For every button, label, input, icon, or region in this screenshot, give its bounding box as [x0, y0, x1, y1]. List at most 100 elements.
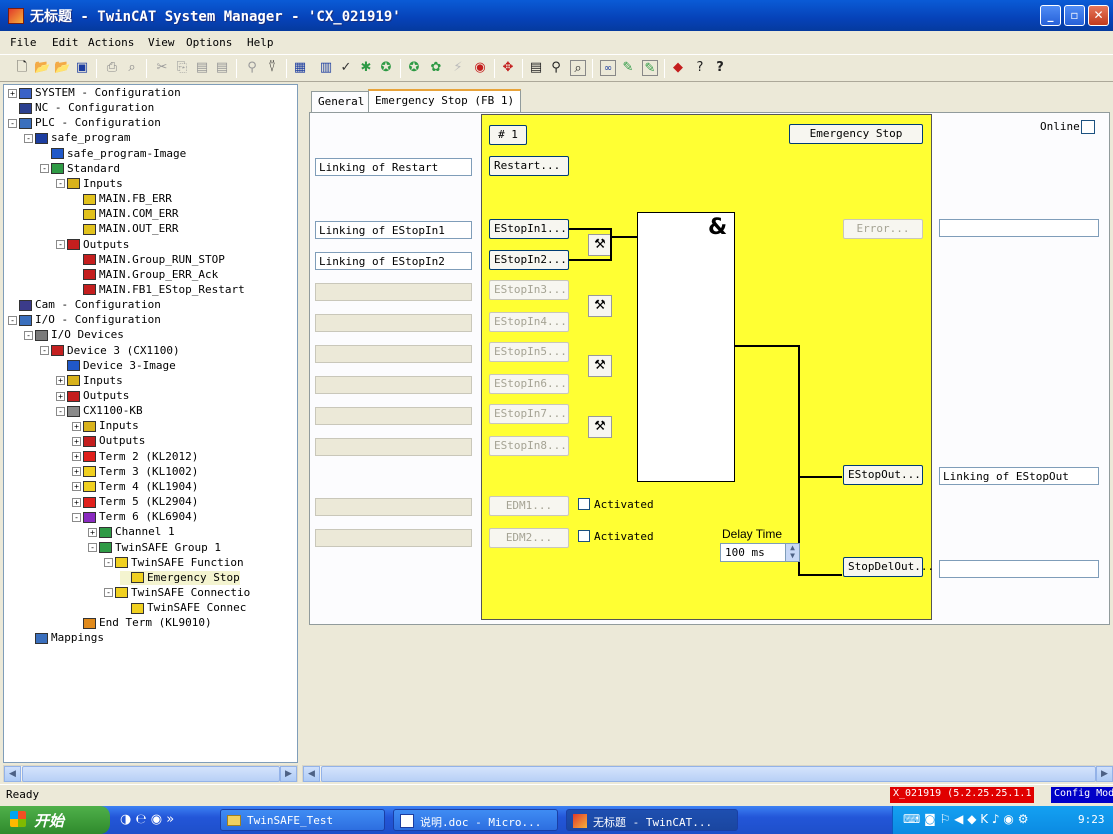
- generate-mappings-icon[interactable]: ▦: [292, 60, 308, 76]
- save-icon[interactable]: ▣: [74, 60, 90, 76]
- tree-node[interactable]: + Term 5 (KL2904): [72, 495, 198, 509]
- collapse-icon[interactable]: -: [40, 346, 49, 356]
- menu-view[interactable]: View: [148, 36, 175, 49]
- tree-node[interactable]: MAIN.COM_ERR: [72, 207, 178, 221]
- tree-node[interactable]: - Device 3 (CX1100): [40, 344, 180, 358]
- collapse-icon[interactable]: -: [8, 315, 17, 325]
- open-remote-icon[interactable]: 📂: [54, 60, 70, 76]
- tree-scroll-thumb[interactable]: [22, 766, 280, 782]
- tray-icons[interactable]: ⌨ ◙ ⚐ ◀ ◆ K ♪ ◉ ⚙: [903, 812, 1028, 826]
- task-word-document[interactable]: 说明.doc - Micro...: [393, 809, 558, 831]
- collapse-icon[interactable]: -: [24, 133, 33, 143]
- sort-icon[interactable]: ✥: [500, 60, 516, 76]
- new-icon[interactable]: 🗋: [14, 60, 30, 76]
- tree-node[interactable]: + Outputs: [72, 434, 145, 448]
- tree-node[interactable]: + Term 4 (KL1904): [72, 480, 198, 494]
- expand-icon[interactable]: +: [72, 452, 81, 462]
- tree-node[interactable]: MAIN.FB_ERR: [72, 192, 172, 206]
- collapse-icon[interactable]: -: [56, 240, 65, 249]
- close-button[interactable]: ✕: [1088, 5, 1109, 26]
- collapse-icon[interactable]: -: [104, 558, 113, 568]
- tree-node[interactable]: - Term 6 (KL6904): [72, 510, 198, 524]
- detail-scroll-thumb[interactable]: [321, 766, 1096, 782]
- set-run-mode-icon[interactable]: ✱: [358, 60, 374, 76]
- tree-node[interactable]: + Outputs: [56, 389, 129, 403]
- tree-node[interactable]: End Term (KL9010): [72, 616, 212, 630]
- collapse-icon[interactable]: -: [56, 179, 65, 189]
- tree-node[interactable]: - TwinSAFE Connectio: [104, 586, 250, 600]
- tree-node[interactable]: MAIN.Group_ERR_Ack: [72, 268, 218, 282]
- scroll-right-icon[interactable]: ▶: [1096, 766, 1113, 782]
- estopin1-button[interactable]: EStopIn1...: [489, 219, 569, 239]
- maximize-button[interactable]: ▫: [1064, 5, 1085, 26]
- info-icon[interactable]: ◆: [670, 60, 686, 76]
- spin-arrows-icon[interactable]: ▲ ▼: [785, 544, 799, 561]
- estopin4-button[interactable]: EStopIn4...: [489, 312, 569, 332]
- tree-node[interactable]: Mappings: [24, 631, 104, 645]
- tree-node[interactable]: - I/O Devices: [24, 328, 124, 342]
- trace-icon[interactable]: ∞: [600, 60, 616, 76]
- help-icon[interactable]: ?: [692, 60, 708, 76]
- configuration-tree[interactable]: + SYSTEM - Configuration NC - Configuratio…: [3, 84, 298, 763]
- stopdelout-button[interactable]: StopDelOut...: [843, 557, 934, 577]
- estopin1-link-field[interactable]: Linking of EStopIn1: [315, 221, 472, 239]
- error-link-field[interactable]: [939, 219, 1099, 237]
- tcp-icon[interactable]: ✎: [620, 60, 636, 76]
- collapse-icon[interactable]: -: [56, 406, 65, 416]
- tree-node[interactable]: - I/O - Configuration: [8, 313, 161, 327]
- fb-number-button[interactable]: # 1: [489, 125, 527, 145]
- collapse-icon[interactable]: -: [72, 512, 81, 522]
- detail-horizontal-scrollbar[interactable]: ◀ ▶: [302, 765, 1113, 782]
- target-icon[interactable]: ✎: [642, 60, 658, 76]
- expand-icon[interactable]: +: [56, 376, 65, 386]
- menu-options[interactable]: Options: [186, 36, 232, 49]
- delete-icon[interactable]: ⍢: [264, 60, 280, 76]
- tree-node[interactable]: - CX1100-KB: [56, 404, 143, 418]
- print-preview-icon[interactable]: ⌕: [124, 60, 140, 76]
- estopin3-button[interactable]: EStopIn3...: [489, 280, 569, 300]
- reload-devices-icon[interactable]: ✪: [406, 60, 422, 76]
- estopin2-button[interactable]: EStopIn2...: [489, 250, 569, 270]
- expand-icon[interactable]: +: [72, 436, 81, 446]
- edm2-activated-checkbox[interactable]: [578, 530, 590, 542]
- restart-link-field[interactable]: Linking of Restart: [315, 158, 472, 176]
- restart-config-mode-icon[interactable]: ✪: [378, 60, 394, 76]
- tree-node[interactable]: safe_program-Image: [40, 147, 186, 161]
- activate-configuration-icon[interactable]: ✓: [338, 60, 354, 76]
- wrench-icon[interactable]: ⚒: [588, 416, 612, 438]
- menu-actions[interactable]: Actions: [88, 36, 134, 49]
- tab-general[interactable]: General: [311, 91, 372, 112]
- collapse-icon[interactable]: -: [104, 588, 113, 598]
- collapse-icon[interactable]: -: [88, 543, 97, 552]
- edm1-button[interactable]: EDM1...: [489, 496, 569, 516]
- restart-button[interactable]: Restart...: [489, 156, 569, 176]
- scroll-right-icon[interactable]: ▶: [280, 766, 297, 782]
- expand-icon[interactable]: +: [72, 421, 81, 431]
- scan-devices-icon[interactable]: ✿: [428, 60, 444, 76]
- watch-icon[interactable]: ⌕: [570, 60, 586, 76]
- start-button[interactable]: 开始: [0, 806, 110, 834]
- tab-emergency-stop[interactable]: Emergency Stop (FB 1): [368, 89, 522, 113]
- title-bar[interactable]: 无标题 - TwinCAT System Manager - 'CX_02191…: [0, 0, 1113, 31]
- cut-icon[interactable]: ✂: [154, 60, 170, 76]
- tree-node[interactable]: - Inputs: [56, 177, 123, 191]
- tree-node[interactable]: - PLC - Configuration: [8, 116, 161, 130]
- expand-icon[interactable]: +: [72, 482, 81, 492]
- wrench-icon[interactable]: ⚒: [588, 234, 612, 256]
- expand-icon[interactable]: +: [8, 88, 17, 98]
- paste-with-links-icon[interactable]: ▤: [214, 60, 230, 76]
- tree-node[interactable]: MAIN.Group_RUN_STOP: [72, 253, 225, 267]
- tree-node[interactable]: MAIN.OUT_ERR: [72, 222, 178, 236]
- tree-node[interactable]: TwinSAFE Connec: [120, 601, 246, 615]
- tree-node[interactable]: Device 3-Image: [56, 359, 176, 373]
- expand-icon[interactable]: +: [72, 497, 81, 507]
- expand-icon[interactable]: +: [72, 467, 81, 477]
- tree-node[interactable]: NC - Configuration: [8, 101, 154, 115]
- print-icon[interactable]: ⎙: [104, 60, 120, 76]
- scroll-left-icon[interactable]: ◀: [303, 766, 320, 782]
- task-twincat[interactable]: 无标题 - TwinCAT...: [566, 809, 738, 831]
- tree-node[interactable]: Emergency Stop: [120, 570, 240, 585]
- show-online-data-icon[interactable]: ◉: [472, 60, 488, 76]
- wrench-icon[interactable]: ⚒: [588, 295, 612, 317]
- delay-time-spinner[interactable]: 100 ms ▲ ▼: [720, 543, 800, 562]
